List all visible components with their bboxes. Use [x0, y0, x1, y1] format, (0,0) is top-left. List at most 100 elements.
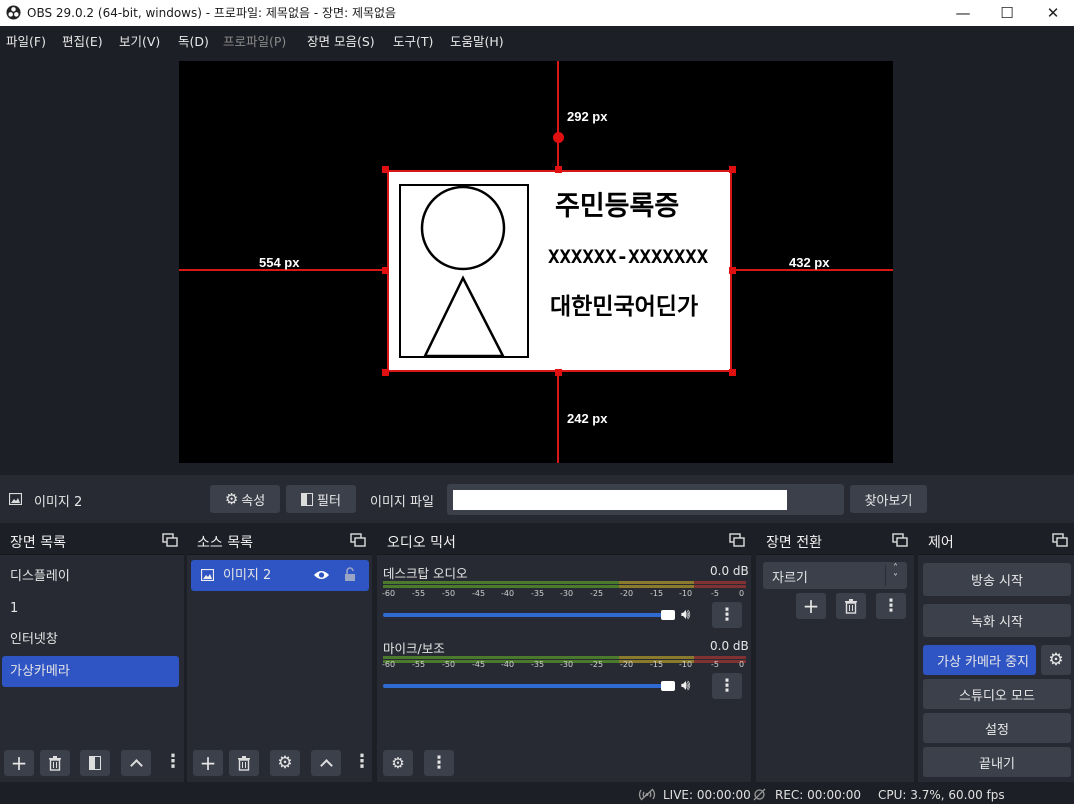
guide-line-top	[557, 61, 559, 170]
resize-handle-top[interactable]	[555, 166, 562, 173]
menu-scene-collection[interactable]: 장면 모음(S)	[307, 31, 375, 50]
volume-slider[interactable]	[383, 680, 675, 692]
move-scene-up-button[interactable]	[121, 750, 151, 776]
meter-tick: -45	[472, 589, 486, 598]
menu-bar: 파일(F) 편집(E) 보기(V) 독(D) 프로파일(P) 장면 모음(S) …	[0, 27, 1074, 51]
start-recording-button[interactable]: 녹화 시작	[923, 604, 1071, 637]
sources-dock-title: 소스 목록	[197, 535, 253, 551]
resize-handle-bottom[interactable]	[555, 369, 562, 376]
transitions-dock-header: 장면 전환	[756, 526, 914, 555]
virtual-camera-button[interactable]: 가상 카메라 중지	[923, 645, 1036, 675]
meter-tick: -60	[382, 589, 396, 598]
close-button[interactable]: ✕	[1030, 0, 1074, 26]
channel-level: 0.0 dB	[710, 639, 749, 653]
transition-options-button[interactable]: ⋮	[876, 593, 906, 619]
undock-icon[interactable]	[1052, 533, 1068, 547]
filters-button[interactable]: 필터	[286, 485, 356, 513]
undock-icon[interactable]	[162, 533, 178, 547]
scene-item-selected[interactable]: 가상카메라	[2, 656, 179, 687]
image-icon	[201, 569, 214, 581]
gear-icon: ⚙	[224, 490, 239, 508]
chevron-up-icon	[129, 759, 143, 772]
properties-label: 속성	[241, 493, 266, 509]
menu-dock[interactable]: 독(D)	[178, 31, 209, 50]
plus-icon: +	[802, 594, 820, 618]
channel-options-button[interactable]: ⋮	[712, 602, 742, 628]
add-transition-button[interactable]: +	[796, 593, 826, 619]
updown-arrows-icon: ˄ ˅	[893, 563, 898, 584]
virtual-camera-settings-button[interactable]: ⚙	[1041, 645, 1071, 675]
settings-button[interactable]: 설정	[923, 713, 1071, 743]
channel-options-button[interactable]: ⋮	[712, 673, 742, 699]
meter-tick: -30	[560, 589, 574, 598]
exit-button[interactable]: 끝내기	[923, 747, 1071, 777]
meter-tick: -15	[650, 589, 664, 598]
menu-edit[interactable]: 편집(E)	[62, 31, 103, 50]
studio-mode-button[interactable]: 스튜디오 모드	[923, 679, 1071, 709]
menu-tools[interactable]: 도구(T)	[393, 31, 433, 50]
resize-handle-right[interactable]	[729, 267, 736, 274]
guide-label-left: 554 px	[259, 255, 300, 270]
remove-source-button[interactable]	[229, 750, 259, 776]
resize-handle-top-right[interactable]	[729, 166, 736, 173]
resize-handle-left[interactable]	[382, 267, 389, 274]
rotation-handle[interactable]	[553, 132, 564, 143]
source-item-selected[interactable]: 이미지 2	[191, 560, 369, 591]
channel-level: 0.0 dB	[710, 564, 749, 578]
resize-handle-bottom-left[interactable]	[382, 369, 389, 376]
scenes-dock-header: 장면 목록	[0, 526, 184, 555]
eye-visibility-icon[interactable]	[313, 569, 330, 581]
remove-scene-button[interactable]	[40, 750, 70, 776]
transition-select[interactable]: 자르기 ˄ ˅	[763, 562, 907, 589]
browse-button[interactable]: 찾아보기	[850, 485, 927, 513]
undock-icon[interactable]	[350, 533, 366, 547]
guide-label-top: 292 px	[567, 109, 608, 124]
properties-button[interactable]: ⚙ 속성	[210, 485, 280, 513]
gears-icon: ⚙	[391, 754, 405, 772]
trash-icon	[49, 755, 61, 771]
volume-slider[interactable]	[383, 609, 675, 621]
controls-dock-header: 제어	[918, 526, 1074, 555]
more-options-icon[interactable]: ⋮	[164, 750, 182, 776]
move-source-up-button[interactable]	[311, 750, 341, 776]
scene-filters-button[interactable]	[80, 750, 110, 776]
source-properties-button[interactable]: ⚙	[270, 750, 300, 776]
guide-label-bottom: 242 px	[567, 411, 608, 426]
remove-transition-button[interactable]	[836, 593, 866, 619]
advanced-audio-button[interactable]: ⚙	[383, 750, 413, 776]
scene-item[interactable]: 인터넷창	[2, 624, 180, 655]
volume-slider-handle[interactable]	[661, 610, 675, 620]
add-source-button[interactable]: +	[193, 750, 223, 776]
speaker-icon[interactable]: 🔊︎	[681, 605, 690, 623]
menu-file[interactable]: 파일(F)	[6, 31, 46, 50]
volume-meter	[383, 581, 746, 589]
meter-scale: -60 -55 -50 -45 -40 -35 -30 -25 -20 -15 …	[377, 660, 751, 672]
volume-slider-handle[interactable]	[661, 681, 675, 691]
scene-item[interactable]: 디스플레이	[2, 561, 180, 592]
mixer-options-button[interactable]: ⋮	[424, 750, 454, 776]
start-streaming-button[interactable]: 방송 시작	[923, 563, 1071, 596]
menu-help[interactable]: 도움말(H)	[450, 31, 504, 50]
speaker-icon[interactable]: 🔊︎	[681, 676, 690, 694]
source-toolbar: 이미지 2 ⚙ 속성 필터 이미지 파일 찾아보기	[0, 475, 1074, 523]
image-file-path-input[interactable]	[453, 490, 787, 510]
menu-view[interactable]: 보기(V)	[119, 31, 160, 50]
meter-tick: -25	[590, 589, 604, 598]
resize-handle-bottom-right[interactable]	[729, 369, 736, 376]
more-options-icon: ⋮	[718, 605, 736, 625]
image-source-card[interactable]: 주민등록증 XXXXXX-XXXXXXX 대한민국어딘가	[387, 170, 732, 372]
meter-tick: -55	[412, 589, 426, 598]
scene-item[interactable]: 1	[2, 593, 180, 624]
menu-profile[interactable]: 프로파일(P)	[223, 31, 286, 50]
more-options-icon[interactable]: ⋮	[353, 750, 371, 776]
undock-icon[interactable]	[892, 533, 908, 547]
lock-icon[interactable]	[344, 567, 356, 582]
add-scene-button[interactable]: +	[4, 750, 34, 776]
card-name: 대한민국어딘가	[550, 294, 699, 320]
maximize-button[interactable]: ☐	[984, 0, 1030, 26]
resize-handle-top-left[interactable]	[382, 166, 389, 173]
gear-icon: ⚙	[277, 753, 293, 773]
transition-select-value: 자르기	[772, 571, 808, 586]
minimize-button[interactable]: —	[940, 0, 986, 26]
undock-icon[interactable]	[729, 533, 745, 547]
